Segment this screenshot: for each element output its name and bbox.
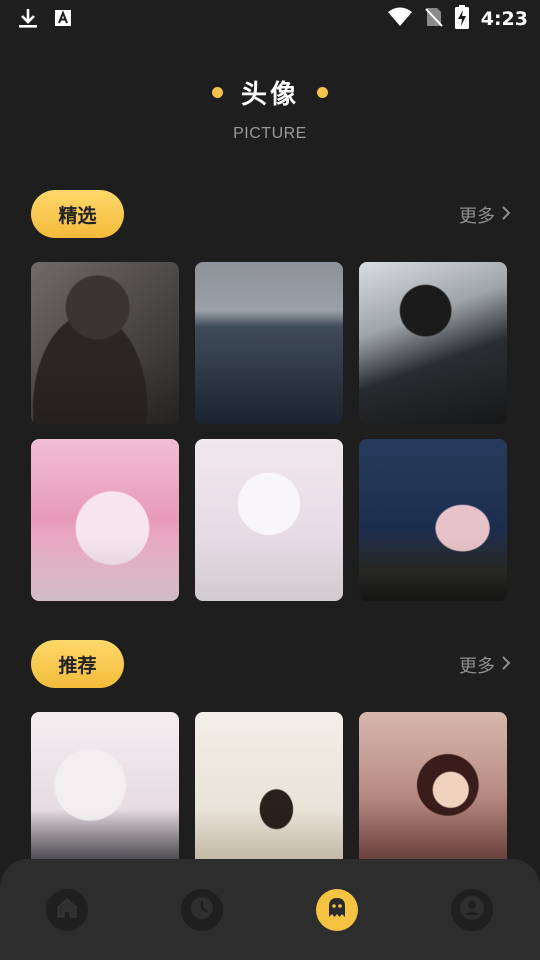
avatar-thumbnail[interactable]	[31, 712, 179, 874]
avatar-thumbnail[interactable]	[359, 439, 507, 601]
page-subtitle: PICTURE	[233, 125, 307, 142]
title-dot-right	[317, 87, 328, 98]
wifi-icon	[387, 7, 413, 31]
bottom-navigation	[0, 859, 540, 960]
text-a-icon	[54, 9, 72, 31]
avatar-thumbnail[interactable]	[31, 439, 179, 601]
section-recommended-header: 推荐 更多	[31, 640, 511, 688]
status-bar: 4:23	[0, 0, 540, 36]
chevron-right-icon	[501, 205, 511, 226]
avatar-thumbnail[interactable]	[195, 712, 343, 874]
section-featured-tag[interactable]: 精选	[31, 190, 124, 238]
download-icon	[18, 7, 38, 33]
clock-icon	[189, 895, 215, 925]
no-sim-icon	[425, 6, 443, 32]
status-time: 4:23	[480, 8, 528, 30]
section-featured-grid	[31, 262, 510, 601]
chevron-right-icon	[501, 655, 511, 676]
avatar-thumbnail[interactable]	[359, 712, 507, 874]
battery-charging-icon	[454, 5, 469, 33]
page-header: 头像 PICTURE	[0, 74, 540, 143]
avatar-thumbnail[interactable]	[31, 262, 179, 424]
avatar-thumbnail[interactable]	[359, 262, 507, 424]
section-recommended-more-link[interactable]: 更多	[459, 652, 511, 678]
ghost-icon	[324, 895, 350, 925]
nav-avatar-button[interactable]	[316, 889, 358, 931]
avatar-thumbnail[interactable]	[195, 262, 343, 424]
section-featured-more-link[interactable]: 更多	[459, 202, 511, 228]
profile-icon	[459, 895, 485, 925]
nav-profile-button[interactable]	[451, 889, 493, 931]
section-recommended-tag[interactable]: 推荐	[31, 640, 124, 688]
nav-history-button[interactable]	[181, 889, 223, 931]
section-featured-header: 精选 更多	[31, 190, 511, 238]
section-recommended-grid	[31, 712, 510, 874]
title-dot-left	[211, 87, 223, 98]
home-icon	[55, 896, 79, 924]
more-label: 更多	[459, 206, 495, 227]
avatar-thumbnail[interactable]	[195, 439, 343, 601]
nav-home-button[interactable]	[46, 889, 88, 931]
more-label: 更多	[459, 656, 495, 677]
page-title: 头像	[240, 80, 299, 110]
